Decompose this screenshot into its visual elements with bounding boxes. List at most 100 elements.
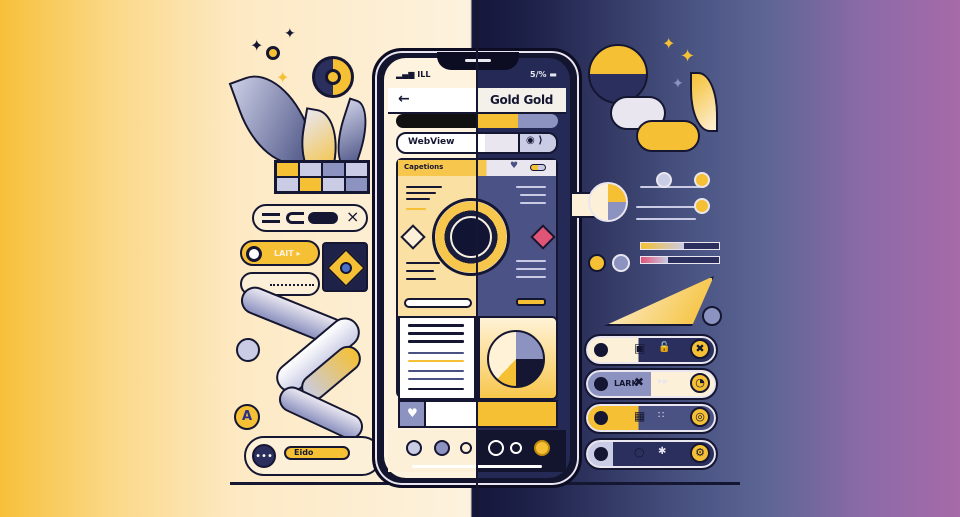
text-line [408, 378, 464, 380]
cloud-icon [636, 120, 700, 152]
address-bar-value: WebView [408, 137, 455, 147]
text-line [406, 270, 434, 272]
progress-segment [518, 114, 558, 128]
control-row[interactable]: ○ ✱ ⚙ [584, 438, 718, 470]
menu-icon[interactable] [262, 213, 280, 223]
dot-icon [266, 46, 280, 60]
go-icon: ◉ ⟩ [526, 135, 543, 146]
heart-icon: ♥ [407, 406, 418, 420]
slider-knob[interactable] [656, 172, 672, 188]
action-pill[interactable] [516, 298, 546, 306]
progress-bar-pink [640, 256, 720, 264]
sparkle-icon: ✦ [680, 46, 696, 67]
lens-emblem-icon [312, 56, 354, 98]
tab-spiral-icon[interactable] [434, 440, 450, 456]
quadrant-icon[interactable] [588, 182, 628, 222]
coin-icon[interactable] [588, 254, 606, 272]
text-line [408, 340, 464, 343]
sparkle-icon: ✦ [672, 76, 684, 92]
row-dot-icon [594, 411, 608, 425]
progress-bar-gold [640, 242, 720, 250]
progress-segment [396, 114, 478, 128]
toggle-icon[interactable] [286, 212, 304, 224]
tab-ring-icon[interactable] [488, 440, 504, 456]
chat-bubble-icon: ••• [252, 444, 276, 468]
row-lock-icon[interactable]: ✱ [658, 446, 666, 457]
row-mid-icon[interactable]: ▣ [634, 341, 645, 355]
row-dot-icon [594, 447, 608, 461]
battery-status: 5/% ▬ [530, 70, 557, 79]
record-icon [246, 246, 262, 262]
back-icon[interactable]: ← [398, 91, 410, 107]
text-line [516, 260, 546, 262]
chat-widget[interactable]: ••• Eido [244, 436, 382, 476]
text-line [408, 332, 464, 335]
pill-button[interactable] [308, 212, 338, 224]
text-line [406, 262, 440, 264]
toggle-icon[interactable] [530, 164, 546, 171]
text-line [408, 324, 464, 327]
tab-swirl-icon[interactable] [460, 442, 472, 454]
row-end-icon[interactable]: ◔ [690, 373, 710, 393]
text-line [640, 186, 700, 188]
block-grid [274, 160, 370, 194]
control-row[interactable]: ▣ 🔓 ✖ [584, 334, 718, 366]
row-lock-icon[interactable]: 🔓 [658, 342, 670, 353]
pie-chart-icon [487, 330, 545, 388]
text-line [406, 198, 430, 200]
text-line [406, 278, 436, 280]
toolbar-widget: × [252, 204, 368, 232]
row-lock-icon[interactable]: ∷ [658, 410, 664, 421]
row-mid-icon[interactable]: ✖ [634, 375, 644, 389]
orb-icon [702, 306, 722, 326]
row-mid-icon[interactable]: ○ [634, 445, 644, 459]
play-pill-label: LAIT ▸ [274, 249, 301, 258]
feather-icon [604, 276, 714, 326]
control-row[interactable]: LARK ✖ ▸▸ ◔ [584, 368, 718, 400]
knob-icon[interactable] [236, 338, 260, 362]
cam-icon[interactable] [612, 254, 630, 272]
row-dot-icon [594, 377, 608, 391]
sparkle-icon: ✦ [662, 34, 676, 53]
caption-strip [426, 400, 478, 428]
eye-tile[interactable] [322, 242, 368, 292]
control-row[interactable]: ▦ ∷ ◎ [584, 402, 718, 434]
row-end-icon[interactable]: ⚙ [690, 443, 710, 463]
progress-fill [641, 257, 669, 263]
progress-fill [641, 243, 684, 249]
play-pill[interactable]: LAIT ▸ [240, 240, 320, 266]
text-line [408, 360, 464, 362]
tab-refresh-icon[interactable] [510, 442, 522, 454]
row-lock-icon[interactable]: ▸▸ [658, 376, 668, 387]
app-title: Gold Gold [490, 93, 554, 107]
text-line [636, 218, 696, 220]
text-line [516, 268, 546, 270]
row-end-icon[interactable]: ◎ [690, 407, 710, 427]
close-icon[interactable]: × [346, 207, 359, 226]
progress-segment [478, 114, 518, 128]
heart-icon[interactable]: ♥ [510, 161, 518, 171]
search-pill[interactable] [404, 298, 472, 308]
text-line [408, 388, 464, 390]
sparkle-icon: ✦ [284, 26, 296, 42]
caption-strip-gold [478, 400, 558, 428]
text-line [408, 352, 464, 354]
sun-rays-icon [588, 44, 648, 104]
tab-spiral-icon[interactable] [406, 440, 422, 456]
text-line [406, 192, 436, 194]
slider-knob[interactable] [694, 198, 710, 214]
tab-gold-spiral-icon[interactable] [534, 440, 550, 456]
slider-track [270, 284, 314, 286]
row-mid-icon[interactable]: ▦ [634, 409, 645, 423]
dial-center [450, 216, 492, 258]
sparkle-icon: ✦ [250, 36, 264, 55]
go-button[interactable]: ◉ ⟩ [518, 134, 556, 152]
row-end-icon[interactable]: ✖ [690, 339, 710, 359]
text-line [520, 194, 546, 196]
chat-pill[interactable]: Eido [284, 446, 350, 460]
text-line [516, 276, 546, 278]
heart-tile[interactable]: ♥ [398, 400, 426, 428]
a-badge[interactable]: A [234, 404, 260, 430]
slider-knob[interactable] [694, 172, 710, 188]
text-line [520, 202, 546, 204]
